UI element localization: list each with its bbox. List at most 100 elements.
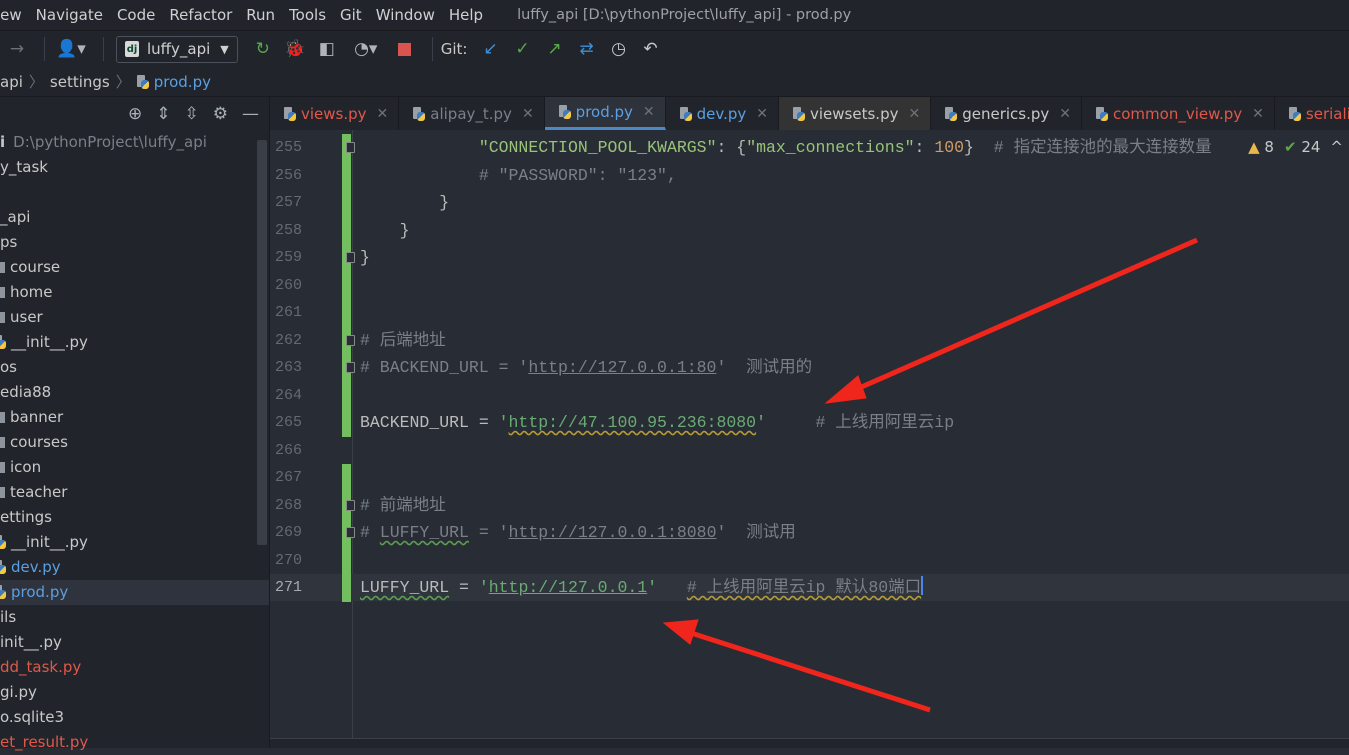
gear-icon[interactable]: ⚙ <box>213 104 228 124</box>
expand-all-icon[interactable]: ⇕ <box>156 104 170 124</box>
tab[interactable]: alipay_t.py ✕ <box>399 97 545 130</box>
breadcrumb-item[interactable]: api <box>0 73 23 91</box>
change-marker[interactable] <box>342 271 351 300</box>
weak-warning-count[interactable]: ✔ 24 <box>1284 138 1320 156</box>
change-marker[interactable] <box>342 381 351 410</box>
close-icon[interactable]: ✕ <box>1252 106 1264 122</box>
tree-item[interactable]: icon <box>0 455 269 480</box>
code-line[interactable]: 261 <box>270 299 1349 327</box>
warning-count[interactable]: ▲ 8 <box>1248 138 1274 156</box>
tree-item[interactable]: os <box>0 355 269 380</box>
code-line[interactable]: 271 LUFFY_URL = 'http://127.0.0.1' # 上线用阿… <box>270 574 1349 602</box>
tree-item[interactable]: init__.py <box>0 630 269 655</box>
code-line[interactable]: 259} <box>270 244 1349 272</box>
code-line[interactable]: 265 BACKEND_URL = 'http://47.100.95.236:8… <box>270 409 1349 437</box>
locate-icon[interactable]: ⊕ <box>128 104 142 124</box>
hide-icon[interactable]: — <box>242 104 259 124</box>
tab[interactable]: prod.py ✕ <box>544 97 666 130</box>
rollback-icon[interactable]: ↶ <box>637 36 663 62</box>
tree-item[interactable] <box>0 180 269 205</box>
tree-item[interactable]: _api <box>0 205 269 230</box>
git-compare-icon[interactable]: ⇄ <box>573 36 599 62</box>
tree-item[interactable]: user <box>0 305 269 330</box>
scrollbar[interactable] <box>257 140 267 545</box>
code-line[interactable]: 258 } <box>270 216 1349 245</box>
tree-item[interactable]: ettings <box>0 505 269 530</box>
tab[interactable]: generics.py ✕ <box>931 97 1082 130</box>
menu-item[interactable]: Navigate <box>36 6 103 24</box>
fold-icon[interactable] <box>346 252 355 263</box>
tab[interactable]: viewsets.py ✕ <box>779 97 932 130</box>
tree-item[interactable]: et_result.py <box>0 730 269 755</box>
tree-item[interactable]: y_task <box>0 155 269 180</box>
change-marker[interactable] <box>342 161 351 190</box>
git-update-icon[interactable]: ↙ <box>477 36 503 62</box>
close-icon[interactable]: ✕ <box>377 106 389 122</box>
tree-item[interactable]: dev.py <box>0 555 269 580</box>
code-line[interactable]: 257 } <box>270 189 1349 217</box>
code-line[interactable]: 256 # "PASSWORD": "123", <box>270 161 1349 190</box>
forward-icon[interactable]: → <box>4 36 30 62</box>
breadcrumb-item[interactable]: settings <box>50 73 110 91</box>
code-line[interactable]: 255 "CONNECTION_POOL_KWARGS": {"max_conn… <box>270 134 1349 162</box>
git-commit-icon[interactable]: ✓ <box>509 36 535 62</box>
close-icon[interactable]: ✕ <box>643 104 655 120</box>
code-line[interactable]: 262 # 后端地址 <box>270 326 1349 355</box>
close-icon[interactable]: ✕ <box>756 106 768 122</box>
close-icon[interactable]: ✕ <box>908 106 920 122</box>
profile-icon[interactable]: ◔▾ <box>346 36 386 62</box>
tab[interactable]: serializer <box>1275 97 1349 130</box>
tree-item[interactable]: home <box>0 280 269 305</box>
tree-item[interactable]: courses <box>0 430 269 455</box>
menu-item[interactable]: Help <box>449 6 483 24</box>
tree-item[interactable]: __init__.py <box>0 530 269 555</box>
coverage-icon[interactable]: ◧ <box>314 36 340 62</box>
fold-icon[interactable] <box>346 527 355 538</box>
tree-item[interactable]: gi.py <box>0 680 269 705</box>
change-marker[interactable] <box>342 546 351 575</box>
change-marker[interactable] <box>342 299 351 327</box>
code-line[interactable]: 268 # 前端地址 <box>270 491 1349 520</box>
close-icon[interactable]: ✕ <box>522 106 534 122</box>
tree-item[interactable]: prod.py <box>0 580 269 605</box>
change-marker[interactable] <box>342 574 351 602</box>
chevron-up-icon[interactable]: ^ <box>1330 138 1343 156</box>
rerun-icon[interactable]: ↻ <box>250 36 276 62</box>
tree-item[interactable]: banner <box>0 405 269 430</box>
menu-item[interactable]: Git <box>340 6 362 24</box>
tab[interactable]: dev.py ✕ <box>666 97 780 130</box>
tree-item[interactable]: o.sqlite3 <box>0 705 269 730</box>
fold-icon[interactable] <box>346 334 355 346</box>
stop-icon[interactable] <box>392 36 418 62</box>
code-line[interactable]: 267 <box>270 464 1349 492</box>
breadcrumb-item[interactable]: prod.py <box>154 73 211 91</box>
tree-item[interactable]: teacher <box>0 480 269 505</box>
run-configuration-select[interactable]: dj luffy_api ▼ <box>116 35 238 63</box>
tree-item[interactable]: ils <box>0 605 269 630</box>
tab[interactable]: common_view.py ✕ <box>1082 97 1275 130</box>
tree-item[interactable]: i D:\pythonProject\luffy_api <box>0 130 269 155</box>
change-marker[interactable] <box>342 189 351 217</box>
fold-icon[interactable] <box>346 142 355 153</box>
change-marker[interactable] <box>342 464 351 492</box>
code-line[interactable]: 263 # BACKEND_URL = 'http://127.0.0.1:80'… <box>270 354 1349 382</box>
menu-item[interactable]: Run <box>246 6 275 24</box>
menu-item[interactable]: Window <box>376 6 435 24</box>
user-icon[interactable]: 👤▾ <box>53 36 89 62</box>
tree-item[interactable]: ps <box>0 230 269 255</box>
menu-item[interactable]: Tools <box>289 6 326 24</box>
change-marker[interactable] <box>342 409 351 437</box>
tree-item[interactable]: dd_task.py <box>0 655 269 680</box>
code-line[interactable]: 270 <box>270 546 1349 575</box>
horizontal-scrollbar[interactable] <box>270 738 1349 748</box>
tree-item[interactable]: edia88 <box>0 380 269 405</box>
tree-item[interactable]: __init__.py <box>0 330 269 355</box>
fold-icon[interactable] <box>346 362 355 373</box>
fold-icon[interactable] <box>346 499 355 511</box>
tab[interactable]: views.py ✕ <box>270 97 400 130</box>
menu-item[interactable]: Code <box>117 6 155 24</box>
menu-item[interactable]: iew <box>0 6 22 24</box>
code-line[interactable]: 269 # LUFFY_URL = 'http://127.0.0.1:8080'… <box>270 519 1349 547</box>
code-editor[interactable]: 255 "CONNECTION_POOL_KWARGS": {"max_conn… <box>270 130 1349 738</box>
close-icon[interactable]: ✕ <box>1059 106 1071 122</box>
